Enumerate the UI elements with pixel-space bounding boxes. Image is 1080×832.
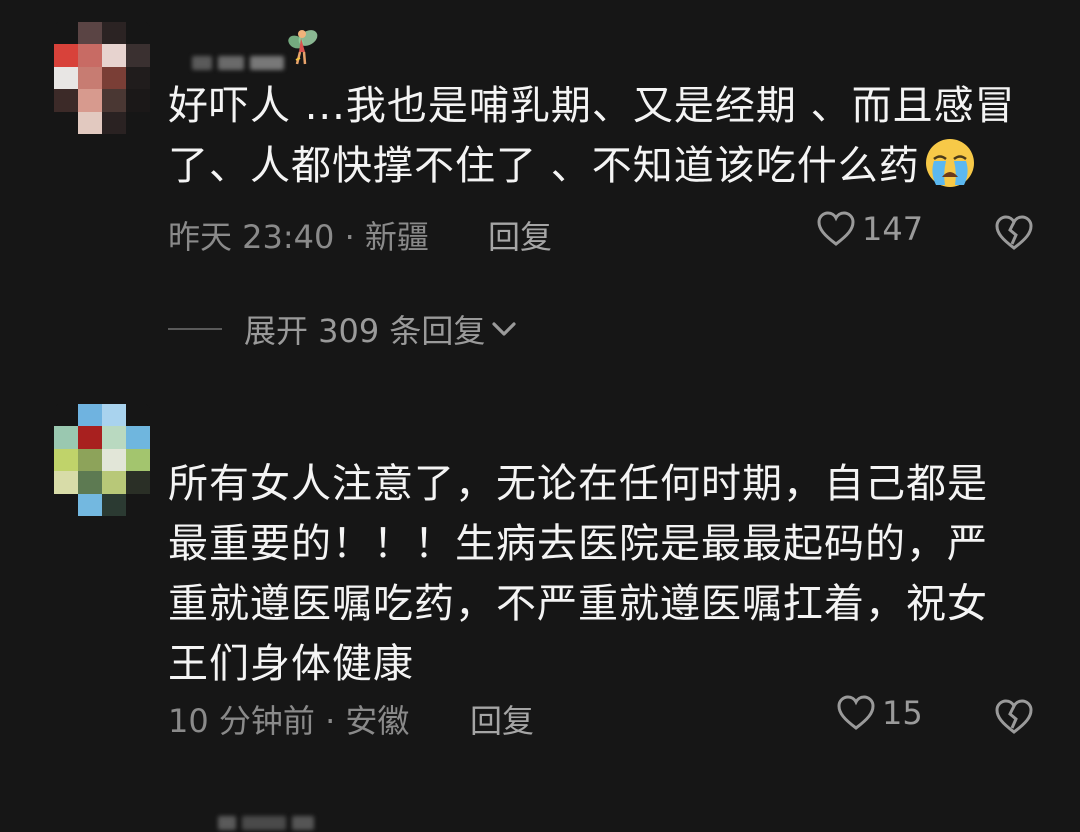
comment-meta: 10 分钟前 · 安徽 xyxy=(168,696,409,742)
comment-text-line: 好吓人 ...我也是哺乳期、又是经期 、而且感冒 xyxy=(168,83,1016,129)
expand-replies-label: 展开 309 条回复 xyxy=(244,312,486,350)
comment-text-line: 了、人都快撑不住了 、不知道该吃什么药 xyxy=(168,136,1048,196)
comment-text: 好吓人 ...我也是哺乳期、又是经期 、而且感冒 了、人都快撑不住了 、不知道该… xyxy=(168,76,1048,196)
comment-location: 安徽 xyxy=(345,702,410,740)
fairy-badge-icon xyxy=(288,30,318,65)
comment-time: 10 分钟前 xyxy=(168,702,315,740)
comment-time: 昨天 23:40 xyxy=(168,218,335,256)
chevron-down-icon xyxy=(492,322,517,336)
reply-button[interactable]: 回复 xyxy=(488,212,552,258)
comment-text-line: 最重要的！！！生病去医院是最最起码的，严 xyxy=(168,521,988,567)
avatar[interactable] xyxy=(54,22,150,134)
like-button[interactable]: 147 xyxy=(816,210,923,248)
like-button[interactable]: 15 xyxy=(836,694,923,732)
meta-separator: · xyxy=(314,702,346,740)
heart-icon xyxy=(817,211,855,246)
comment-item: 所有女人注意了，无论在任何时期，自己都是 最重要的！！！生病去医院是最最起码的，… xyxy=(0,390,1080,830)
comment-text-line: 重就遵医嘱吃药，不严重就遵医嘱扛着，祝女 xyxy=(168,581,988,627)
broken-heart-icon[interactable] xyxy=(994,698,1034,736)
expand-replies-button[interactable]: 展开 309 条回复 xyxy=(168,306,519,352)
meta-separator: · xyxy=(334,218,365,256)
broken-heart-icon[interactable] xyxy=(994,214,1034,252)
comment-meta: 昨天 23:40 · 新疆 xyxy=(168,212,429,258)
reply-button[interactable]: 回复 xyxy=(470,696,534,742)
username[interactable] xyxy=(192,54,284,72)
like-count: 15 xyxy=(882,694,923,732)
comment-text-line: 所有女人注意了，无论在任何时期，自己都是 xyxy=(168,461,988,507)
heart-icon xyxy=(837,695,875,730)
loudly-crying-face-icon xyxy=(925,139,974,187)
comment-location: 新疆 xyxy=(364,218,429,256)
username[interactable] xyxy=(218,814,314,832)
comment-text-line: 王们身体健康 xyxy=(168,641,414,687)
like-count: 147 xyxy=(862,210,924,248)
comment-text: 所有女人注意了，无论在任何时期，自己都是 最重要的！！！生病去医院是最最起码的，… xyxy=(168,454,1048,694)
comment-item: 好吓人 ...我也是哺乳期、又是经期 、而且感冒 了、人都快撑不住了 、不知道该… xyxy=(0,0,1080,300)
avatar[interactable] xyxy=(54,404,150,516)
divider-line xyxy=(168,328,222,330)
comment-text-fragment: 了、人都快撑不住了 、不知道该吃什么药 xyxy=(168,143,920,189)
